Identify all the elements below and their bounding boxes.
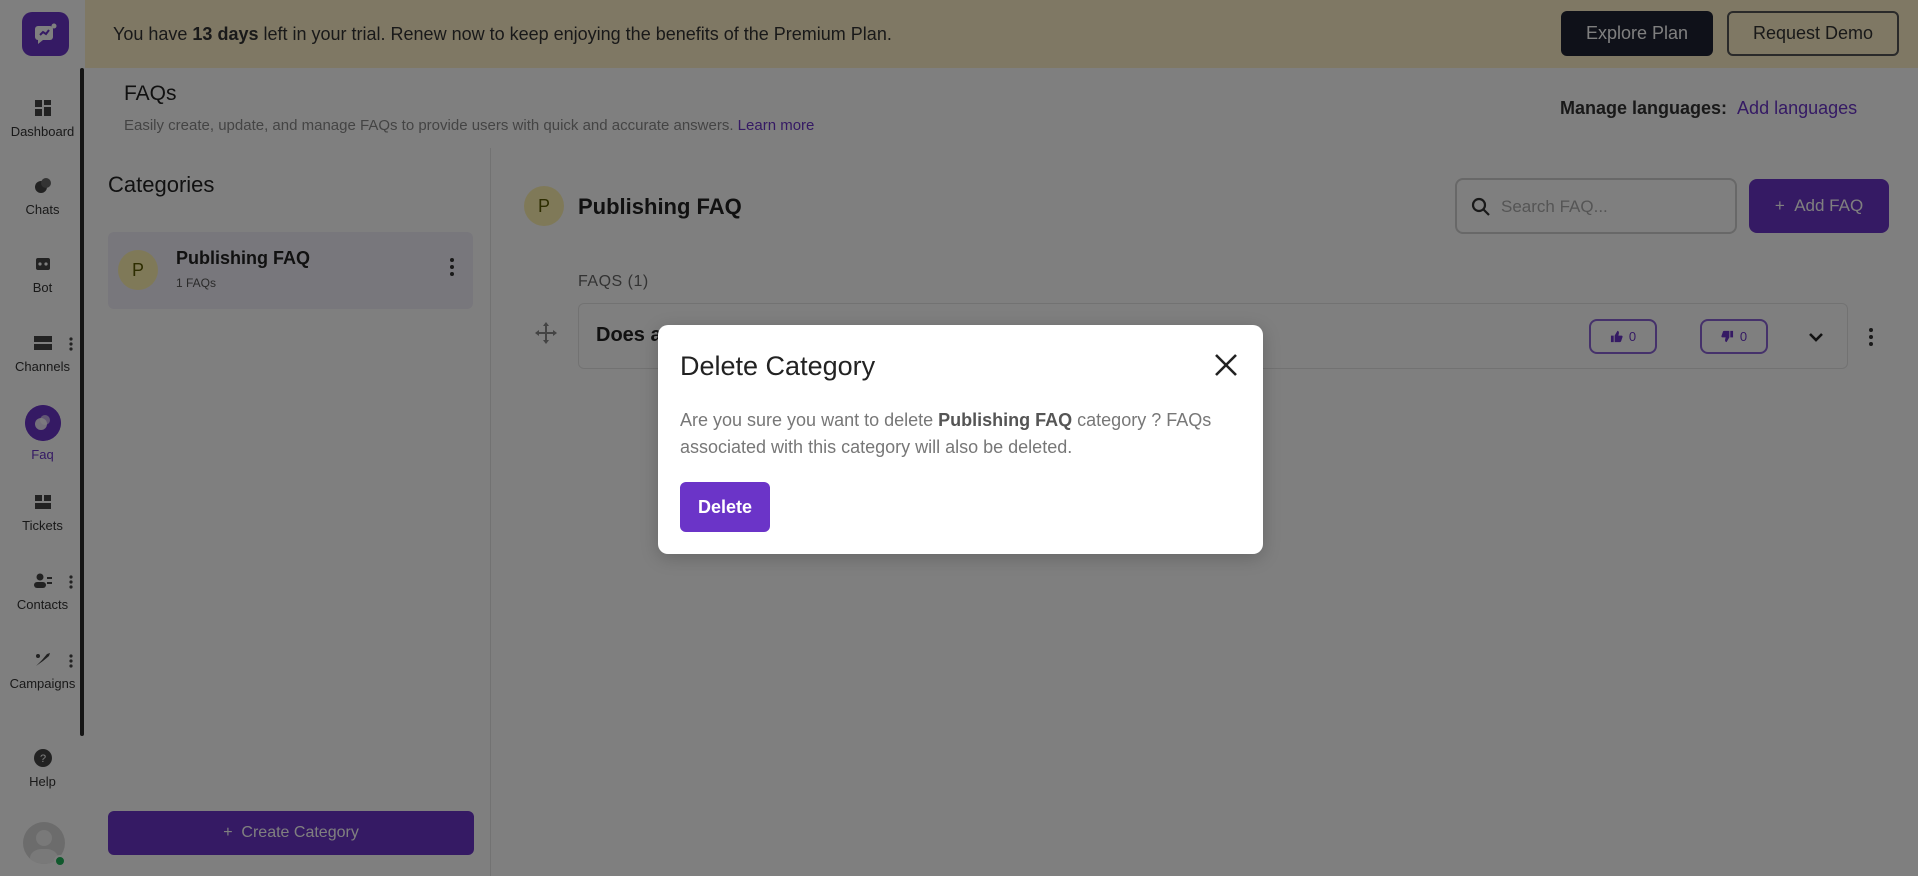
close-icon[interactable] <box>1213 352 1239 378</box>
delete-button[interactable]: Delete <box>680 482 770 532</box>
dialog-message: Are you sure you want to delete Publishi… <box>680 410 1212 457</box>
dialog-category-name: Publishing FAQ <box>938 410 1073 430</box>
delete-category-dialog: Delete Category Are you sure you want to… <box>658 325 1263 554</box>
dialog-title: Delete Category <box>680 351 876 381</box>
